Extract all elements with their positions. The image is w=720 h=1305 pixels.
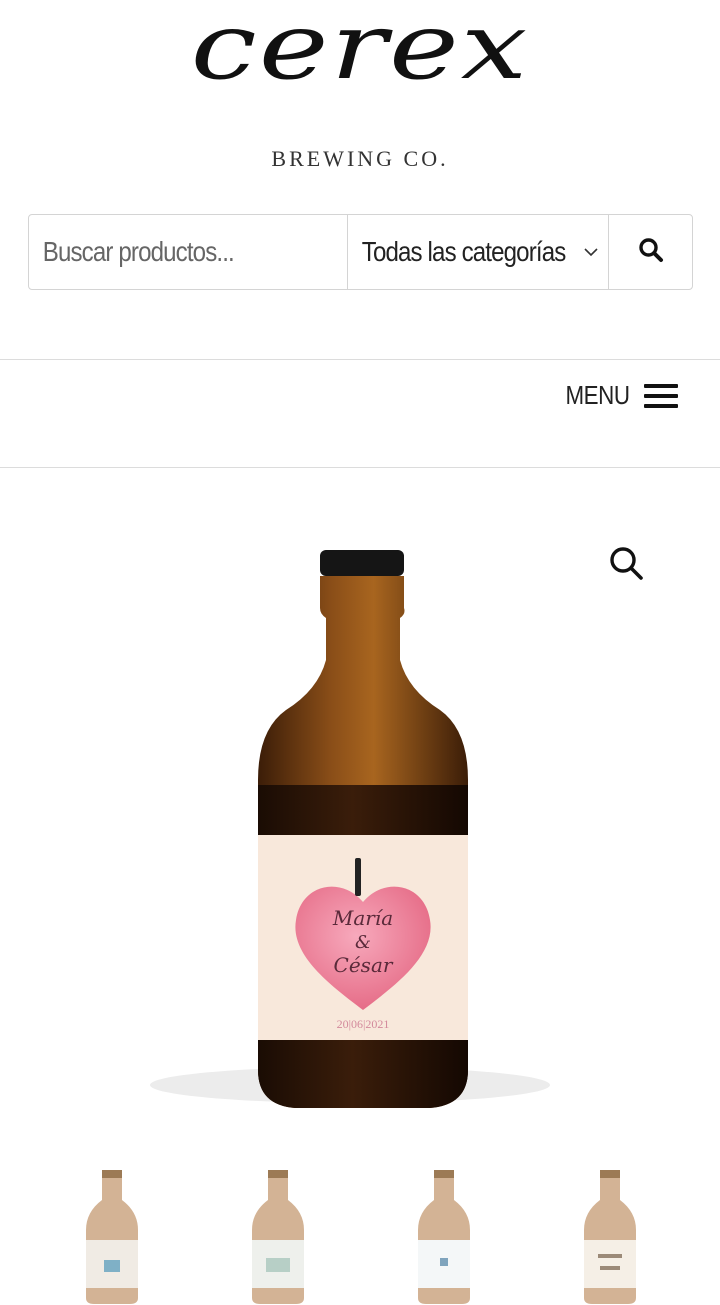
category-selected-value: Todas las categorías bbox=[361, 236, 567, 267]
hamburger-icon bbox=[644, 383, 678, 408]
zoom-button[interactable] bbox=[606, 543, 646, 583]
search-input[interactable] bbox=[29, 215, 303, 289]
thumbnail-strip bbox=[0, 1160, 720, 1305]
menu-toggle[interactable]: MENU bbox=[555, 380, 678, 411]
category-select[interactable]: Todas las categorías bbox=[347, 215, 609, 289]
bottle-cap bbox=[320, 550, 404, 576]
divider-top bbox=[0, 359, 720, 360]
thumbnail-4[interactable] bbox=[580, 1170, 640, 1305]
thumbnail-1[interactable] bbox=[82, 1170, 142, 1305]
chevron-down-icon bbox=[582, 243, 600, 261]
search-bar: Todas las categorías bbox=[28, 214, 693, 290]
logo-wordmark: cerex bbox=[190, 0, 530, 100]
label-name-2: César bbox=[334, 953, 394, 977]
divider-bottom bbox=[0, 467, 720, 468]
magnifier-icon bbox=[606, 547, 646, 587]
logo-tagline: BREWING CO. bbox=[271, 146, 449, 171]
label-date: 20|06|2021 bbox=[337, 1017, 390, 1031]
search-button[interactable] bbox=[609, 215, 692, 289]
label-name-1: María bbox=[332, 906, 393, 930]
site-logo[interactable]: cerex BREWING CO. bbox=[0, 0, 720, 190]
product-image[interactable]: María & César 20|06|2021 bbox=[20, 530, 700, 1130]
couple-figure bbox=[355, 858, 361, 896]
thumbnail-3[interactable] bbox=[414, 1170, 474, 1305]
menu-label: MENU bbox=[565, 380, 631, 410]
search-icon bbox=[637, 236, 665, 269]
label-ampersand: & bbox=[355, 932, 371, 953]
thumbnail-2[interactable] bbox=[248, 1170, 308, 1305]
